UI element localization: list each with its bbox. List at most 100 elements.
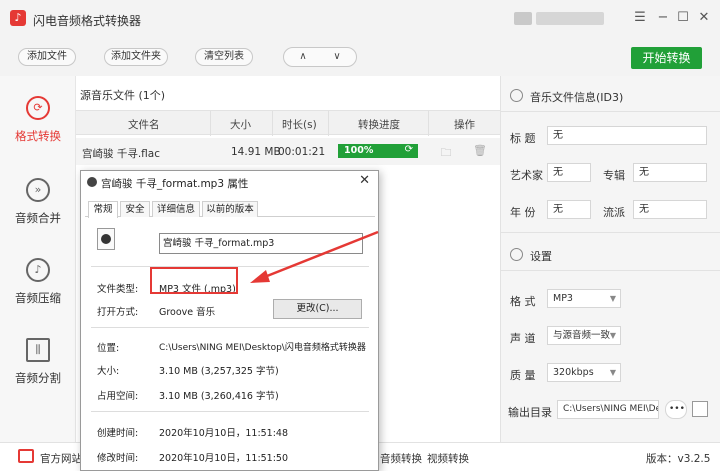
modified-label: 修改时间: — [97, 453, 139, 464]
tab-previous-versions[interactable]: 以前的版本 — [202, 201, 258, 217]
official-site-link[interactable]: 官方网站 — [40, 451, 82, 466]
channel-value: 与源音频一致 — [553, 330, 611, 341]
column-divider — [328, 111, 329, 136]
move-buttons: ∧ ∨ — [283, 47, 357, 67]
minimize-icon[interactable]: − — [655, 10, 671, 26]
column-divider — [210, 111, 211, 136]
folder-icon[interactable] — [692, 401, 708, 417]
close-icon[interactable]: ✕ — [696, 10, 712, 26]
dialog-title: 宫崎骏 千寻_format.mp3 属性 — [101, 178, 249, 190]
change-button[interactable]: 更改(C)... — [273, 299, 362, 319]
file-name: 宫崎骏 千寻.flac — [82, 148, 160, 160]
add-file-button[interactable]: 添加文件 — [18, 48, 76, 66]
compress-icon: ♪ — [26, 258, 50, 282]
column-divider — [428, 111, 429, 136]
start-convert-button[interactable]: 开始转换 — [631, 47, 702, 69]
modified-value: 2020年10月10日，11:51:50 — [159, 453, 289, 464]
album-field[interactable]: 无 — [633, 163, 707, 182]
table-row[interactable]: 宫崎骏 千寻.flac 14.91 MB 00:01:21 100% ⟳ 🗀 🗑 — [76, 138, 500, 165]
album-label: 专辑 — [603, 169, 625, 182]
settings-section-title: 设置 — [530, 250, 552, 263]
file-duration: 00:01:21 — [278, 146, 326, 158]
created-value: 2020年10月10日，11:51:48 — [159, 428, 289, 439]
location-value: C:\Users\NING MEI\Desktop\闪电音频格式转换器 — [159, 343, 366, 353]
properties-dialog: 宫崎骏 千寻_format.mp3 属性 ✕ 常规 安全 详细信息 以前的版本 … — [80, 170, 379, 471]
tab-security[interactable]: 安全 — [120, 201, 150, 217]
sidebar-item-label: 音频压缩 — [15, 291, 61, 305]
artist-field[interactable]: 无 — [547, 163, 591, 182]
format-select[interactable]: MP3 ▼ — [547, 289, 621, 308]
section-divider — [501, 270, 720, 271]
disk-size-label: 占用空间: — [97, 391, 139, 402]
year-field[interactable]: 无 — [547, 200, 591, 219]
sidebar-item-label: 音频合并 — [15, 211, 61, 225]
gear-icon — [510, 248, 523, 261]
dialog-divider — [91, 327, 369, 328]
sidebar-item-label: 格式转换 — [15, 129, 61, 143]
quality-label: 质 量 — [510, 369, 536, 382]
year-label: 年 份 — [510, 206, 536, 219]
channel-label: 声 道 — [510, 332, 536, 345]
sidebar: ⟳ 格式转换 » 音频合并 ♪ 音频压缩 ⫼ 音频分割 — [0, 76, 76, 442]
user-name-blurred — [536, 12, 604, 25]
monitor-icon — [18, 449, 34, 463]
chevron-down-icon: ▼ — [609, 368, 616, 377]
genre-label: 流派 — [603, 206, 625, 219]
toolbar: 添加文件 添加文件夹 清空列表 ∧ ∨ 开始转换 — [0, 38, 720, 76]
headphones-icon — [510, 89, 523, 102]
folder-icon[interactable]: 🗀 — [438, 144, 454, 159]
sidebar-item-format-convert[interactable]: ⟳ 格式转换 — [0, 86, 76, 156]
merge-icon: » — [26, 178, 50, 202]
app-title: 闪电音频格式转换器 — [33, 14, 142, 28]
title-field[interactable]: 无 — [547, 126, 707, 145]
format-value: MP3 — [553, 293, 573, 304]
size-label: 大小: — [97, 366, 120, 377]
column-header-size: 大小 — [230, 119, 251, 131]
format-label: 格 式 — [510, 295, 536, 308]
split-icon: ⫼ — [26, 338, 50, 362]
created-label: 创建时间: — [97, 428, 139, 439]
column-header-actions: 操作 — [454, 119, 475, 131]
quality-select[interactable]: 320kbps ▼ — [547, 363, 621, 382]
audio-convert-link[interactable]: 音频转换 — [380, 451, 422, 466]
chevron-down-icon: ▼ — [609, 294, 616, 303]
genre-field[interactable]: 无 — [633, 200, 707, 219]
close-icon[interactable]: ✕ — [359, 173, 370, 188]
sidebar-item-audio-compress[interactable]: ♪ 音频压缩 — [0, 248, 76, 318]
refresh-icon: ⟳ — [26, 96, 50, 120]
progress-text: 100% — [344, 145, 374, 156]
output-dir-label: 输出目录 — [508, 406, 552, 419]
app-logo-icon: ♪ — [10, 10, 26, 26]
move-down-button[interactable]: ∨ — [322, 50, 352, 64]
column-header-progress: 转换进度 — [358, 119, 400, 131]
column-header-name: 文件名 — [128, 119, 160, 131]
artist-label: 艺术家 — [510, 169, 543, 182]
sidebar-item-label: 音频分割 — [15, 371, 61, 385]
sidebar-item-audio-merge[interactable]: » 音频合并 — [0, 168, 76, 238]
location-label: 位置: — [97, 343, 120, 354]
section-divider — [501, 111, 720, 112]
column-divider — [272, 111, 273, 136]
menu-icon[interactable]: ☰ — [632, 10, 648, 26]
video-convert-link[interactable]: 视频转换 — [427, 451, 469, 466]
tab-details[interactable]: 详细信息 — [152, 201, 200, 217]
file-type-label: 文件类型: — [97, 284, 139, 295]
more-icon[interactable]: ••• — [665, 400, 687, 419]
dialog-tabs: 常规 安全 详细信息 以前的版本 — [85, 201, 375, 218]
file-icon — [87, 177, 97, 187]
output-dir-field[interactable]: C:\Users\NING MEI\De — [557, 400, 659, 419]
open-with-label: 打开方式: — [97, 307, 139, 318]
trash-icon[interactable]: 🗑 — [472, 144, 488, 158]
file-list-header: 文件名 大小 时长(s) 转换进度 操作 — [76, 110, 500, 136]
user-avatar[interactable] — [514, 12, 532, 25]
file-name-field[interactable]: 宫崎骏 千寻_format.mp3 — [159, 233, 363, 254]
size-value: 3.10 MB (3,257,325 字节) — [159, 366, 279, 377]
file-size: 14.91 MB — [231, 146, 281, 158]
clear-list-button[interactable]: 清空列表 — [195, 48, 253, 66]
sidebar-item-audio-split[interactable]: ⫼ 音频分割 — [0, 328, 76, 398]
move-up-button[interactable]: ∧ — [288, 50, 318, 64]
maximize-icon[interactable]: ☐ — [675, 10, 691, 26]
channel-select[interactable]: 与源音频一致 ▼ — [547, 326, 621, 345]
tab-general[interactable]: 常规 — [88, 201, 118, 218]
add-folder-button[interactable]: 添加文件夹 — [104, 48, 168, 66]
